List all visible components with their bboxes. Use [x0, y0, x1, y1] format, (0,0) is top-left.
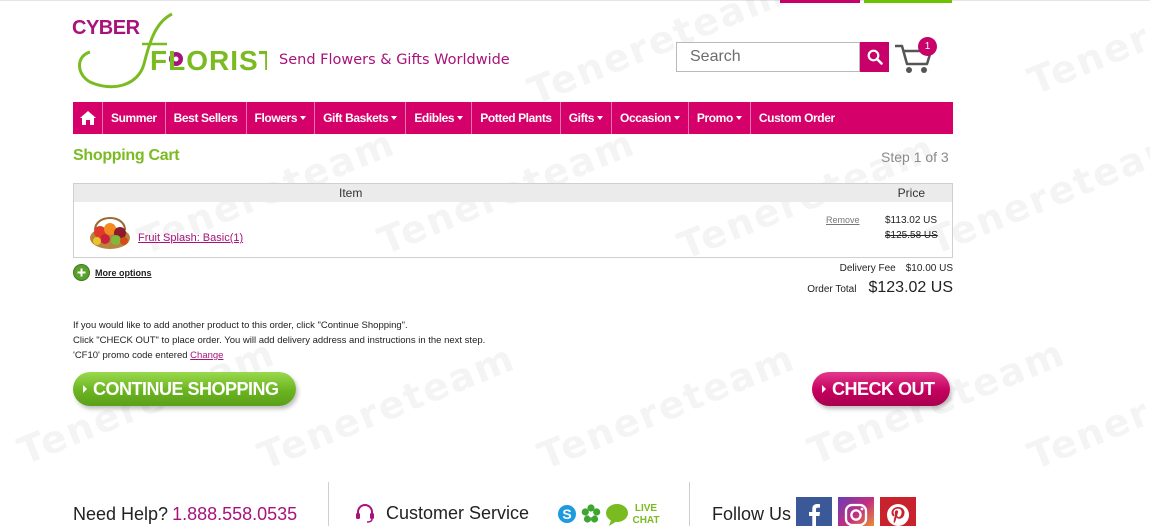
- note-checkout: Click "CHECK OUT" to place order. You wi…: [73, 335, 486, 346]
- footer-divider: [328, 482, 329, 526]
- nav-item-promo[interactable]: Promo: [689, 102, 751, 134]
- caret-down-icon: [597, 116, 604, 120]
- arrow-right-icon: [83, 385, 87, 393]
- main-nav: Summer Best Sellers Flowers Gift Baskets…: [73, 102, 953, 134]
- cart-count-badge: 1: [918, 37, 937, 56]
- watermark-text: Tenereteam: [532, 335, 802, 478]
- top-border: [0, 0, 1150, 1]
- nav-item-gifts[interactable]: Gifts: [561, 102, 613, 134]
- footer-divider: [689, 482, 690, 526]
- caret-down-icon: [457, 116, 464, 120]
- live-chat-icon[interactable]: LIVE CHAT: [605, 501, 661, 526]
- caret-down-icon: [391, 116, 398, 120]
- item-price: $113.02 US: [885, 215, 938, 226]
- phone-number-link[interactable]: 1.888.558.0535: [172, 504, 297, 524]
- search-field[interactable]: [676, 42, 860, 72]
- need-help-label: Need Help?: [73, 504, 169, 524]
- continue-shopping-button[interactable]: CONTINUE SHOPPING: [73, 372, 296, 406]
- order-total-label: Order Total: [807, 284, 857, 295]
- instagram-icon[interactable]: [838, 497, 874, 526]
- headset-icon: [356, 504, 374, 523]
- search-input[interactable]: [677, 43, 859, 71]
- column-header-item: Item: [339, 186, 363, 200]
- plus-circle-icon: [73, 264, 90, 281]
- search-button[interactable]: [860, 42, 889, 72]
- facebook-icon[interactable]: [796, 497, 832, 526]
- product-name-link[interactable]: Fruit Splash: Basic(1): [138, 232, 243, 244]
- checkout-notes: If you would like to add another product…: [73, 318, 485, 363]
- svg-text:S: S: [562, 506, 571, 522]
- product-thumbnail[interactable]: [87, 208, 133, 252]
- top-accent-green: [864, 0, 952, 3]
- checkout-step: Step 1 of 3: [881, 149, 949, 165]
- page-title: Shopping Cart: [73, 147, 180, 164]
- caret-down-icon: [735, 116, 742, 120]
- home-icon: [79, 111, 96, 125]
- customer-service-link[interactable]: Customer Service: [354, 502, 529, 524]
- follow-us-label: Follow Us: [712, 504, 792, 524]
- svg-text:FLORIST: FLORIST: [150, 45, 267, 76]
- nav-item-summer[interactable]: Summer: [103, 102, 166, 134]
- magnifier-icon: [867, 49, 883, 65]
- table-row: Fruit Splash: Basic(1) Remove $113.02 US…: [74, 202, 952, 257]
- watermark-text: Tenereteam: [1022, 335, 1150, 478]
- watermark-text: Tenereteam: [922, 120, 1150, 263]
- icq-flower-icon[interactable]: [581, 504, 601, 526]
- note-continue: If you would like to add another product…: [73, 320, 408, 331]
- top-accent-magenta: [780, 0, 860, 3]
- order-total-value: $123.02 US: [868, 279, 953, 296]
- svg-text:CHAT: CHAT: [632, 515, 659, 526]
- cart-table-header: Item Price: [74, 184, 952, 202]
- note-promo: 'CF10' promo code entered Change: [73, 350, 224, 361]
- nav-item-gift-baskets[interactable]: Gift Baskets: [315, 102, 407, 134]
- check-out-button[interactable]: CHECK OUT: [812, 372, 950, 406]
- delivery-fee-label: Delivery Fee: [839, 263, 896, 274]
- nav-item-occasion[interactable]: Occasion: [612, 102, 689, 134]
- more-options-label: More options: [95, 267, 152, 278]
- watermark-text: Tenereteam: [1022, 0, 1150, 104]
- nav-item-best-sellers[interactable]: Best Sellers: [166, 102, 247, 134]
- remove-item-link[interactable]: Remove: [826, 215, 860, 225]
- item-original-price: $125.58 US: [885, 230, 938, 241]
- column-header-price: Price: [897, 186, 925, 200]
- need-help: Need Help? 1.888.558.0535: [73, 504, 297, 525]
- delivery-fee-value: $10.00 US: [905, 263, 953, 274]
- svg-text:LIVE: LIVE: [635, 503, 658, 514]
- change-promo-link[interactable]: Change: [190, 350, 223, 361]
- more-options-toggle[interactable]: More options: [73, 264, 152, 281]
- nav-item-potted-plants[interactable]: Potted Plants: [472, 102, 561, 134]
- pinterest-icon[interactable]: [880, 497, 916, 526]
- tagline: Send Flowers & Gifts Worldwide: [279, 52, 510, 68]
- arrow-right-icon: [822, 385, 826, 393]
- contact-icons: S LIVE CHAT: [557, 501, 665, 526]
- svg-text:CYBER: CYBER: [72, 17, 141, 39]
- nav-item-edibles[interactable]: Edibles: [406, 102, 473, 134]
- caret-down-icon: [673, 116, 680, 120]
- skype-icon[interactable]: S: [557, 504, 577, 526]
- cyberflorist-logo[interactable]: CYBER FLORIST: [72, 12, 267, 90]
- caret-down-icon: [300, 116, 307, 120]
- nav-home[interactable]: [73, 102, 103, 134]
- footer: Need Help? 1.888.558.0535 Customer Servic…: [0, 482, 1150, 526]
- cart-table: Item Price Fruit Splash: Basic(1) Remove…: [73, 183, 953, 258]
- order-total: Order Total $123.02 US: [807, 279, 953, 297]
- nav-item-custom-order[interactable]: Custom Order: [751, 102, 843, 134]
- nav-item-flowers[interactable]: Flowers: [247, 102, 316, 134]
- delivery-fee: Delivery Fee $10.00 US: [840, 263, 953, 274]
